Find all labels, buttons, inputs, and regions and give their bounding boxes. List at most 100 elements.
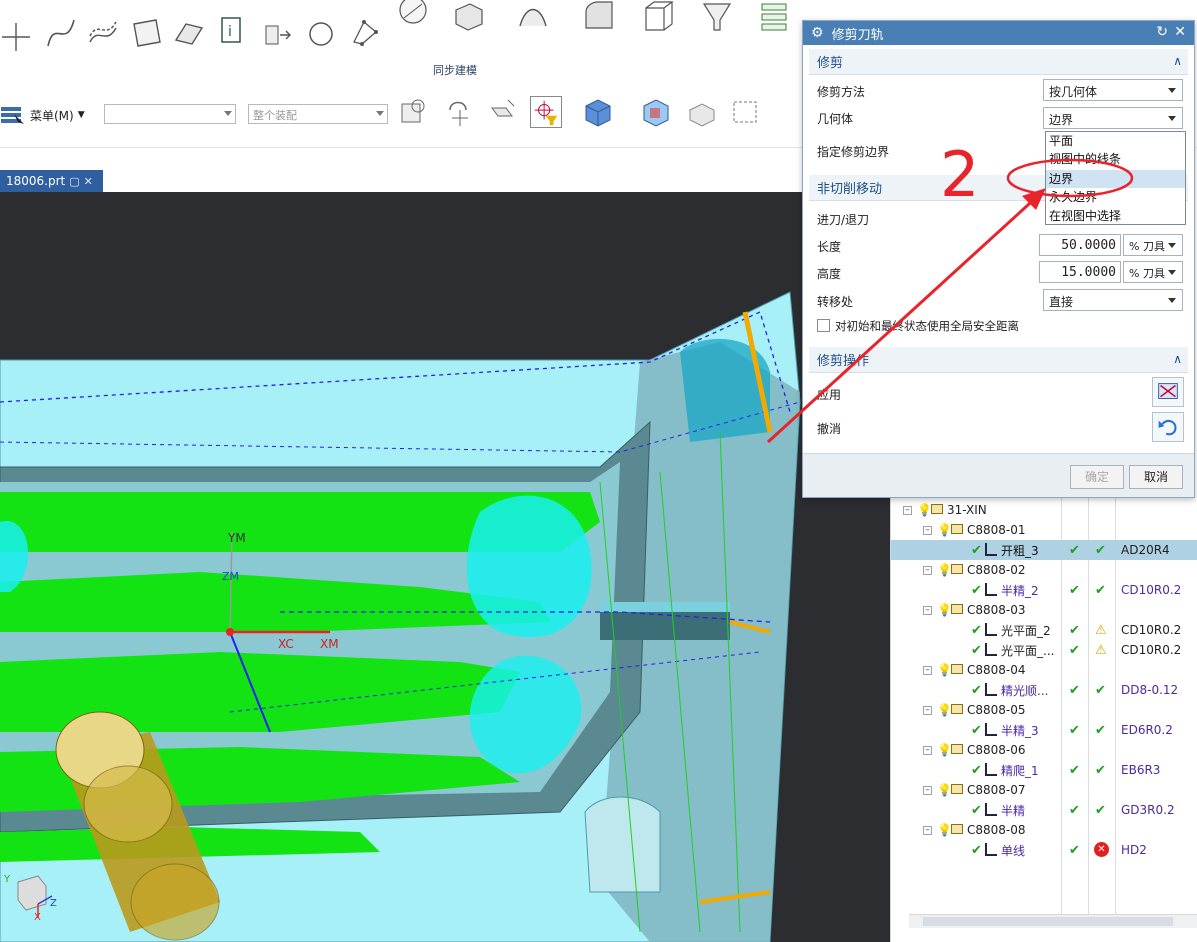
program-group-row[interactable]: – 💡 C8808-01 bbox=[891, 520, 1197, 540]
reset-icon[interactable]: ↻ bbox=[1156, 24, 1168, 40]
trim-section-header[interactable]: 修剪 ∧ bbox=[809, 49, 1188, 75]
operation-row[interactable]: ✔ 光平面_2 ✔ ⚠ CD10R0.2 bbox=[891, 620, 1197, 640]
fillet-icon[interactable] bbox=[582, 0, 616, 34]
length-unit-select[interactable]: % 刀具 bbox=[1123, 234, 1183, 256]
apply-trim-button[interactable] bbox=[1152, 377, 1184, 407]
geometry-option-select-in-view[interactable]: 在视图中选择 bbox=[1046, 207, 1185, 225]
collapse-node-icon[interactable]: – bbox=[923, 565, 932, 575]
trim-method-select[interactable]: 按几何体 bbox=[1043, 79, 1183, 101]
offset-curve-icon[interactable] bbox=[86, 16, 120, 50]
graphics-viewport[interactable]: YM XM XC ZM X Z Y bbox=[0, 192, 890, 942]
geometry-option-plane[interactable]: 平面 bbox=[1046, 132, 1185, 150]
tab-file[interactable]: 18006.prt ▢ ✕ bbox=[0, 170, 103, 192]
horizontal-scrollbar[interactable] bbox=[909, 914, 1197, 928]
move-face-icon[interactable] bbox=[398, 96, 430, 128]
height-unit-value: % 刀具 bbox=[1129, 267, 1165, 280]
type-filter-select[interactable] bbox=[104, 104, 236, 124]
restore-icon[interactable]: ▢ bbox=[69, 175, 79, 188]
collapse-node-icon[interactable]: – bbox=[923, 785, 932, 795]
close-icon[interactable]: ✕ bbox=[84, 175, 93, 188]
layers-icon[interactable] bbox=[758, 0, 792, 34]
height-unit-select[interactable]: % 刀具 bbox=[1123, 261, 1183, 283]
collapse-node-icon[interactable]: – bbox=[923, 745, 932, 755]
undo-trim-button[interactable] bbox=[1152, 412, 1184, 442]
assembly-scope-select[interactable]: 整个装配 bbox=[248, 104, 388, 124]
operation-row[interactable]: ✔ 单线 ✔ ✕ HD2 bbox=[891, 840, 1197, 860]
xm-axis-label: XM bbox=[320, 637, 339, 651]
tool-name: EB6R3 bbox=[1121, 763, 1161, 777]
circle-icon[interactable] bbox=[304, 16, 338, 50]
network-icon[interactable] bbox=[348, 16, 382, 50]
transfer-select[interactable]: 直接 bbox=[1043, 289, 1183, 311]
program-group-row[interactable]: – 💡 31-XIN bbox=[891, 500, 1197, 520]
program-group-row[interactable]: – 💡 C8808-05 bbox=[891, 700, 1197, 720]
collapse-node-icon[interactable]: – bbox=[923, 525, 932, 535]
geometry-option-lines-in-view[interactable]: 视图中的线条 bbox=[1046, 150, 1185, 168]
collapse-node-icon[interactable]: – bbox=[923, 825, 932, 835]
geometry-option-permanent-boundary[interactable]: 永久边界 bbox=[1046, 188, 1185, 206]
geometry-select[interactable]: 边界 bbox=[1043, 107, 1183, 129]
global-clearance-checkbox[interactable] bbox=[817, 319, 830, 332]
program-group-row[interactable]: – 💡 C8808-04 bbox=[891, 660, 1197, 680]
length-input[interactable]: 50.0000 bbox=[1039, 234, 1121, 256]
program-group-row[interactable]: – 💡 C8808-07 bbox=[891, 780, 1197, 800]
toolpath-status-icon: ✔ bbox=[1095, 542, 1106, 558]
operation-name: 半精_2 bbox=[1001, 583, 1039, 598]
info-icon[interactable]: i bbox=[216, 14, 250, 48]
collapse-node-icon[interactable]: – bbox=[923, 705, 932, 715]
geometry-label: 几何体 bbox=[817, 112, 854, 126]
collapse-node-icon[interactable]: – bbox=[903, 505, 912, 515]
block-edit-icon[interactable] bbox=[452, 0, 486, 34]
engage-retract-label: 进刀/退刀 bbox=[817, 213, 870, 227]
program-group-row[interactable]: – 💡 C8808-02 bbox=[891, 560, 1197, 580]
shaded-view-icon[interactable] bbox=[686, 96, 718, 128]
close-icon[interactable]: ✕ bbox=[1174, 24, 1186, 40]
program-group-row[interactable]: – 💡 C8808-03 bbox=[891, 600, 1197, 620]
operation-type-icon bbox=[985, 803, 997, 816]
toolpath-status-icon: ✔ bbox=[1095, 582, 1106, 598]
sphere-edit-icon[interactable] bbox=[396, 0, 430, 34]
operation-row[interactable]: ✔ 开粗_3 ✔ ✔ AD20R4 bbox=[891, 540, 1197, 560]
delete-face-icon[interactable] bbox=[486, 96, 518, 128]
program-group-row[interactable]: – 💡 C8808-06 bbox=[891, 740, 1197, 760]
collapse-node-icon[interactable]: – bbox=[923, 605, 932, 615]
operation-row[interactable]: ✔ 光平面_... ✔ ⚠ CD10R0.2 bbox=[891, 640, 1197, 660]
replace-face-icon[interactable] bbox=[444, 96, 476, 128]
menu-button[interactable]: 菜单(M) ▼ bbox=[0, 102, 92, 128]
operation-row[interactable]: ✔ 精光顺... ✔ ✔ DD8-0.12 bbox=[891, 680, 1197, 700]
geometry-option-boundary[interactable]: 边界 bbox=[1046, 170, 1185, 188]
trim-operation-section-header[interactable]: 修剪操作 ∧ bbox=[809, 347, 1188, 373]
pull-face-icon[interactable] bbox=[530, 96, 562, 128]
sketch-point-icon[interactable] bbox=[0, 20, 34, 54]
height-input[interactable]: 15.0000 bbox=[1039, 261, 1121, 283]
operation-row[interactable]: ✔ 半精 ✔ ✔ GD3R0.2 bbox=[891, 800, 1197, 820]
operation-row[interactable]: ✔ 半精_3 ✔ ✔ ED6R0.2 bbox=[891, 720, 1197, 740]
face-icon[interactable] bbox=[172, 16, 206, 50]
sweep-surface-icon[interactable] bbox=[516, 0, 550, 34]
section-view-icon[interactable] bbox=[640, 96, 672, 128]
path-status-icon: ✔ bbox=[1069, 682, 1080, 698]
collapse-icon[interactable]: ∧ bbox=[1173, 54, 1182, 68]
cube-view-icon[interactable] bbox=[582, 96, 614, 128]
cancel-button[interactable]: 取消 bbox=[1129, 465, 1183, 489]
funnel-icon[interactable] bbox=[700, 0, 734, 34]
box-icon[interactable] bbox=[642, 0, 676, 34]
program-group-row[interactable]: – 💡 C8808-08 bbox=[891, 820, 1197, 840]
ok-button[interactable]: 确定 bbox=[1070, 465, 1124, 489]
tool-name: DD8-0.12 bbox=[1121, 683, 1179, 697]
tool-name: GD3R0.2 bbox=[1121, 803, 1175, 817]
operation-row[interactable]: ✔ 精爬_1 ✔ ✔ EB6R3 bbox=[891, 760, 1197, 780]
operation-row[interactable]: ✔ 半精_2 ✔ ✔ CD10R0.2 bbox=[891, 580, 1197, 600]
operation-name: 精爬_1 bbox=[1001, 763, 1039, 778]
curve-icon[interactable] bbox=[44, 16, 78, 50]
operation-name: 光平面_... bbox=[1001, 643, 1055, 658]
global-clearance-label: 对初始和最终状态使用全局安全距离 bbox=[835, 319, 1019, 333]
path-status-icon: ✔ bbox=[1069, 542, 1080, 558]
extrude-icon[interactable] bbox=[260, 16, 294, 50]
selection-box-icon[interactable] bbox=[730, 96, 762, 128]
surface-icon[interactable] bbox=[130, 16, 164, 50]
geometry-value: 边界 bbox=[1049, 113, 1074, 127]
xc-axis-label: XC bbox=[278, 637, 294, 651]
collapse-icon[interactable]: ∧ bbox=[1173, 352, 1182, 366]
collapse-node-icon[interactable]: – bbox=[923, 665, 932, 675]
